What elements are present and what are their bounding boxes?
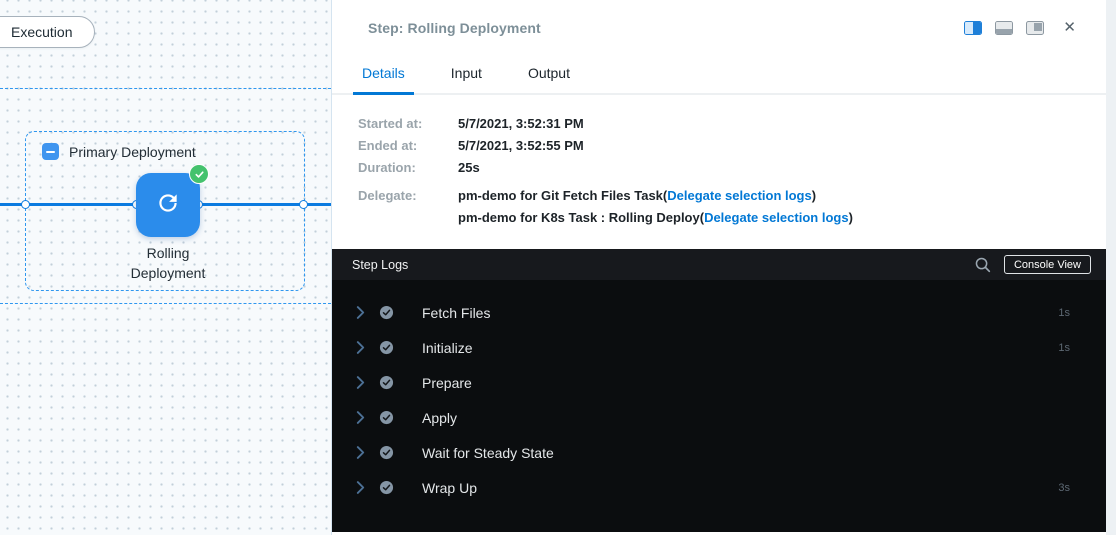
detail-label: Delegate:	[358, 189, 458, 225]
detail-value: 5/7/2021, 3:52:31 PM	[458, 117, 584, 131]
collapse-group-button[interactable]	[42, 143, 59, 160]
step-logs-list: Fetch Files 1s	[332, 280, 1106, 532]
log-step-row[interactable]: Wrap Up 3s	[332, 470, 1106, 505]
check-circle-icon	[379, 445, 394, 460]
details-section: Started at: 5/7/2021, 3:52:31 PM Ended a…	[332, 95, 1106, 249]
group-header: Primary Deployment	[26, 132, 304, 160]
delegate-line: pm-demo for K8s Task : Rolling Deploy(De…	[458, 211, 853, 225]
delegate-line: pm-demo for Git Fetch Files Task(Delegat…	[458, 189, 853, 203]
check-circle-icon	[379, 410, 394, 425]
panel-header: Step: Rolling Deployment ✕	[332, 0, 1106, 55]
chevron-right-icon[interactable]	[356, 411, 365, 424]
stage-boundary-top	[0, 88, 331, 89]
success-badge-icon	[189, 164, 209, 184]
delegate-text-suffix: )	[812, 188, 816, 203]
step-logs-panel: Step Logs Console View	[332, 249, 1106, 532]
chevron-right-icon[interactable]	[356, 306, 365, 319]
split-view-bottom-icon[interactable]	[995, 21, 1013, 35]
check-circle-icon	[379, 480, 394, 495]
search-icon[interactable]	[974, 256, 991, 273]
log-step-label: Fetch Files	[422, 305, 1058, 321]
minus-icon	[46, 151, 55, 153]
log-step-duration: 3s	[1058, 482, 1070, 494]
app-window: Execution Primary Deployment	[0, 0, 1116, 535]
log-step-row[interactable]: Fetch Files 1s	[332, 295, 1106, 330]
delegate-selection-logs-link[interactable]: Delegate selection logs	[667, 188, 812, 203]
delegate-text: pm-demo for K8s Task : Rolling Deploy(	[458, 210, 704, 225]
rolling-deployment-node[interactable]	[136, 173, 200, 237]
tab-input[interactable]: Input	[442, 55, 491, 95]
detail-label: Started at:	[358, 117, 458, 131]
delegate-lines: pm-demo for Git Fetch Files Task(Delegat…	[458, 189, 853, 225]
step-detail-panel: Step: Rolling Deployment ✕ Details Input…	[332, 0, 1106, 535]
detail-label: Duration:	[358, 161, 458, 175]
log-step-label: Initialize	[422, 340, 1058, 356]
delegate-text: pm-demo for Git Fetch Files Task(	[458, 188, 667, 203]
log-step-label: Apply	[422, 410, 1070, 426]
log-step-row[interactable]: Apply	[332, 400, 1106, 435]
split-view-right-icon[interactable]	[964, 21, 982, 35]
step-logs-header: Step Logs Console View	[332, 249, 1106, 280]
execution-tab[interactable]: Execution	[0, 16, 95, 48]
panel-view-controls: ✕	[964, 20, 1076, 35]
detail-value: 5/7/2021, 3:52:55 PM	[458, 139, 584, 153]
check-circle-icon	[379, 305, 394, 320]
chevron-right-icon[interactable]	[356, 446, 365, 459]
detail-row-started: Started at: 5/7/2021, 3:52:31 PM	[358, 117, 1106, 131]
chevron-right-icon[interactable]	[356, 341, 365, 354]
stage-boundary-bottom	[0, 303, 331, 304]
log-step-row[interactable]: Initialize 1s	[332, 330, 1106, 365]
log-step-row[interactable]: Wait for Steady State	[332, 435, 1106, 470]
log-step-duration: 1s	[1058, 307, 1070, 319]
group-label: Primary Deployment	[69, 144, 196, 160]
right-gutter	[1106, 0, 1116, 535]
step-logs-title: Step Logs	[352, 258, 974, 272]
detail-row-delegate: Delegate: pm-demo for Git Fetch Files Ta…	[358, 189, 1106, 225]
detail-row-ended: Ended at: 5/7/2021, 3:52:55 PM	[358, 139, 1106, 153]
delegate-text-suffix: )	[849, 210, 853, 225]
tab-output[interactable]: Output	[519, 55, 579, 95]
node-caption-line2: Deployment	[98, 263, 238, 283]
chevron-right-icon[interactable]	[356, 376, 365, 389]
chevron-right-icon[interactable]	[356, 481, 365, 494]
delegate-selection-logs-link[interactable]: Delegate selection logs	[704, 210, 849, 225]
node-caption-line1: Rolling	[98, 243, 238, 263]
console-view-button[interactable]: Console View	[1004, 255, 1091, 274]
check-circle-icon	[379, 340, 394, 355]
log-step-label: Wrap Up	[422, 480, 1058, 496]
pipeline-canvas: Execution Primary Deployment	[0, 0, 332, 535]
connector-point	[299, 200, 308, 209]
tab-details[interactable]: Details	[353, 55, 414, 95]
execution-tab-label: Execution	[11, 24, 72, 40]
log-step-label: Prepare	[422, 375, 1070, 391]
log-step-row[interactable]: Prepare	[332, 365, 1106, 400]
connector-point	[21, 200, 30, 209]
detail-label: Ended at:	[358, 139, 458, 153]
node-caption: Rolling Deployment	[98, 243, 238, 283]
log-step-label: Wait for Steady State	[422, 445, 1070, 461]
check-circle-icon	[379, 375, 394, 390]
detail-tabs: Details Input Output	[332, 55, 1106, 95]
log-step-duration: 1s	[1058, 342, 1070, 354]
panel-right-view-icon[interactable]	[1026, 21, 1044, 35]
detail-value: 25s	[458, 161, 480, 175]
detail-row-duration: Duration: 25s	[358, 161, 1106, 175]
refresh-icon	[155, 190, 181, 221]
close-icon[interactable]: ✕	[1063, 20, 1076, 35]
panel-title: Step: Rolling Deployment	[368, 20, 541, 36]
